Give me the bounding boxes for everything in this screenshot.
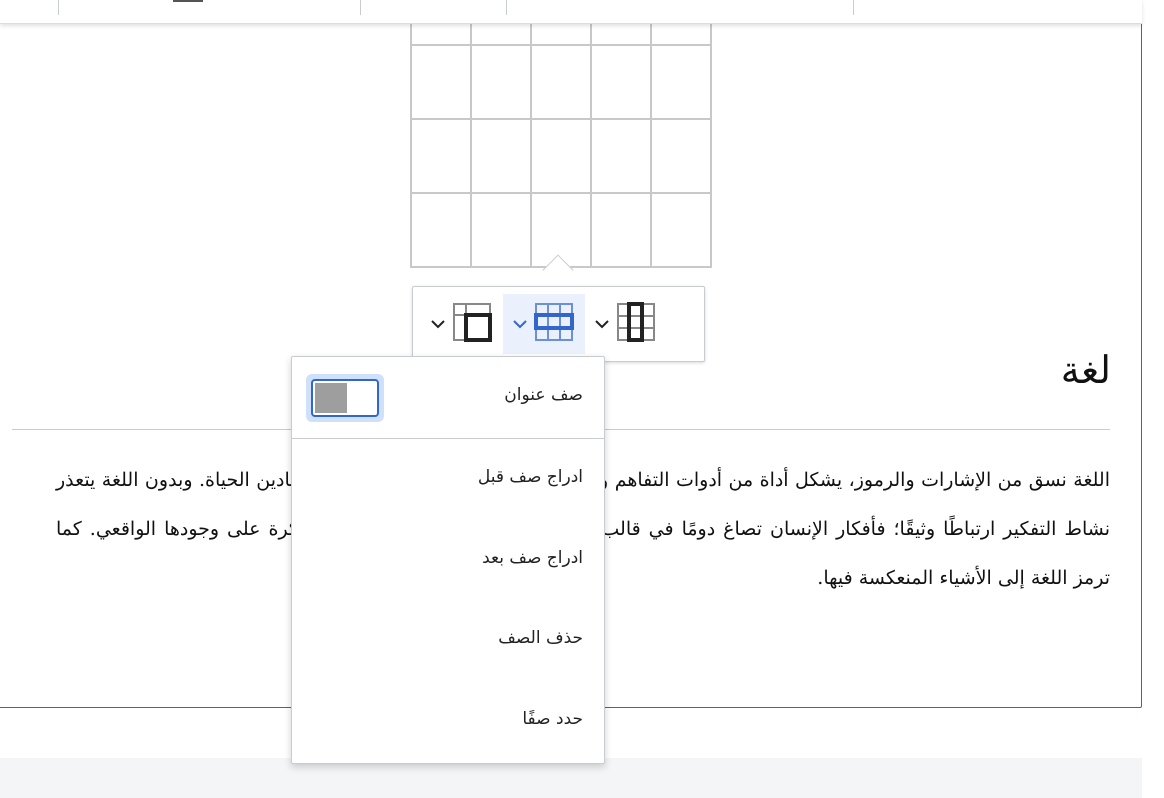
toolbar-separator bbox=[58, 0, 59, 15]
table-cell[interactable] bbox=[590, 192, 652, 268]
table-cell[interactable] bbox=[410, 118, 472, 194]
select-row-item[interactable]: حدد صفًا bbox=[522, 709, 583, 729]
table-cell[interactable] bbox=[650, 118, 712, 194]
content-table[interactable] bbox=[410, 0, 712, 268]
table-cell[interactable] bbox=[650, 192, 712, 268]
row-dropdown-menu: صف عنوان ادراج صف قبل ادراج صف بعد حذف ا… bbox=[291, 356, 605, 764]
table-cell[interactable] bbox=[410, 192, 472, 268]
insert-row-after-item[interactable]: ادراج صف بعد bbox=[482, 548, 583, 568]
table-cell[interactable] bbox=[470, 118, 532, 194]
table-cell[interactable] bbox=[410, 44, 472, 120]
header-row-option[interactable]: صف عنوان bbox=[292, 357, 604, 439]
insert-row-before-item[interactable]: ادراج صف قبل bbox=[478, 467, 583, 487]
chevron-down-icon bbox=[595, 316, 609, 332]
table-cell[interactable] bbox=[470, 192, 532, 268]
row-menu-button[interactable] bbox=[503, 294, 585, 354]
toolbar-separator bbox=[360, 0, 361, 15]
table-cell[interactable] bbox=[590, 118, 652, 194]
table-cell[interactable] bbox=[530, 44, 592, 120]
toolbar-indicator bbox=[173, 0, 203, 2]
toggle-knob bbox=[315, 383, 347, 413]
delete-row-item[interactable]: حذف الصف bbox=[498, 628, 583, 648]
table-cell[interactable] bbox=[650, 44, 712, 120]
header-row-toggle[interactable] bbox=[306, 374, 384, 422]
table-cell[interactable] bbox=[590, 44, 652, 120]
table-cell[interactable] bbox=[470, 44, 532, 120]
chevron-down-icon bbox=[513, 316, 527, 332]
toggle-track bbox=[311, 379, 379, 417]
table-row-icon bbox=[533, 301, 575, 347]
top-toolbar bbox=[0, 0, 1142, 24]
table-cell[interactable] bbox=[530, 118, 592, 194]
merge-cells-button[interactable] bbox=[421, 294, 503, 354]
toolbar-separator bbox=[506, 0, 507, 15]
column-menu-button[interactable] bbox=[585, 294, 667, 354]
table-merge-icon bbox=[451, 301, 493, 347]
toolbar-separator bbox=[853, 0, 854, 15]
chevron-down-icon bbox=[431, 316, 445, 332]
table-column-icon bbox=[615, 301, 657, 347]
editor-footer bbox=[0, 758, 1142, 798]
table-cell[interactable] bbox=[530, 192, 592, 268]
header-row-label: صف عنوان bbox=[504, 385, 583, 405]
article-heading: لغة bbox=[1060, 348, 1111, 392]
table-toolbar bbox=[412, 286, 705, 362]
